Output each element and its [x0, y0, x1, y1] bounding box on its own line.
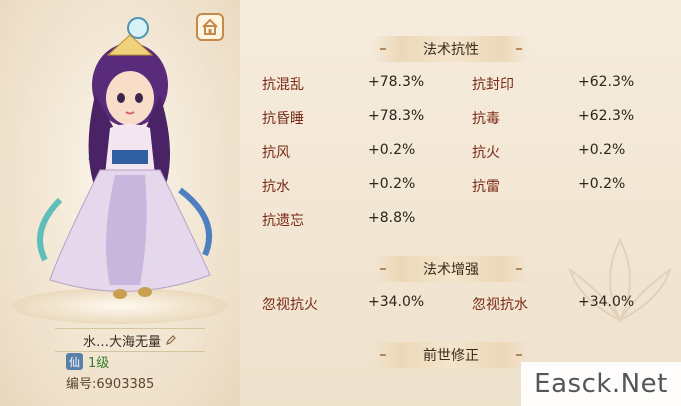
section-header-resist: 法术抗性 [372, 36, 530, 62]
stat-name: 抗混乱 [262, 77, 304, 93]
stat-name: 抗风 [262, 145, 290, 161]
stat-value: +62.3% [578, 74, 635, 90]
race-badge: 仙 [66, 353, 83, 370]
edit-icon[interactable] [165, 334, 177, 346]
stat-value: +62.3% [578, 108, 635, 124]
watermark: Easck.Net [521, 362, 681, 406]
character-id: 编号:6903385 [66, 377, 155, 392]
stat-name: 抗雷 [472, 179, 500, 195]
stat-name: 抗水 [262, 179, 290, 195]
character-name-plate[interactable]: 水…大海无量 [55, 328, 205, 352]
stat-name: 抗遗忘 [262, 213, 304, 229]
stat-value: +78.3% [368, 74, 425, 90]
stat-value: +34.0% [368, 294, 425, 310]
stat-value: +0.2% [578, 176, 626, 192]
stat-value: +0.2% [368, 176, 416, 192]
attribute-window: 水…大海无量 仙 1级 编号:6903385 法术抗性 抗混乱 +78.3% 抗… [0, 0, 681, 406]
stat-name: 抗火 [472, 145, 500, 161]
attribute-panel: 法术抗性 抗混乱 +78.3% 抗封印 +62.3% 抗昏睡 +78.3% 抗毒… [240, 18, 662, 406]
stat-value: +78.3% [368, 108, 425, 124]
stat-name: 抗封印 [472, 77, 514, 93]
stat-value: +0.2% [368, 142, 416, 158]
character-name: 水…大海无量 [82, 334, 161, 350]
stat-name: 抗毒 [472, 111, 500, 127]
stat-value: +34.0% [578, 294, 635, 310]
level-row: 仙 1级 [66, 352, 109, 371]
level-text: 1级 [88, 356, 110, 371]
character-panel: 水…大海无量 仙 1级 编号:6903385 [0, 0, 240, 406]
stat-name: 忽视抗火 [262, 297, 318, 313]
stat-name: 抗昏睡 [262, 111, 304, 127]
stat-name: 忽视抗水 [472, 297, 528, 313]
character-portrait [37, 17, 213, 299]
section-header-enhance: 法术增强 [372, 256, 530, 282]
stat-value: +0.2% [578, 142, 626, 158]
section-header-past-life: 前世修正 [372, 342, 530, 368]
stat-value: +8.8% [368, 210, 416, 226]
